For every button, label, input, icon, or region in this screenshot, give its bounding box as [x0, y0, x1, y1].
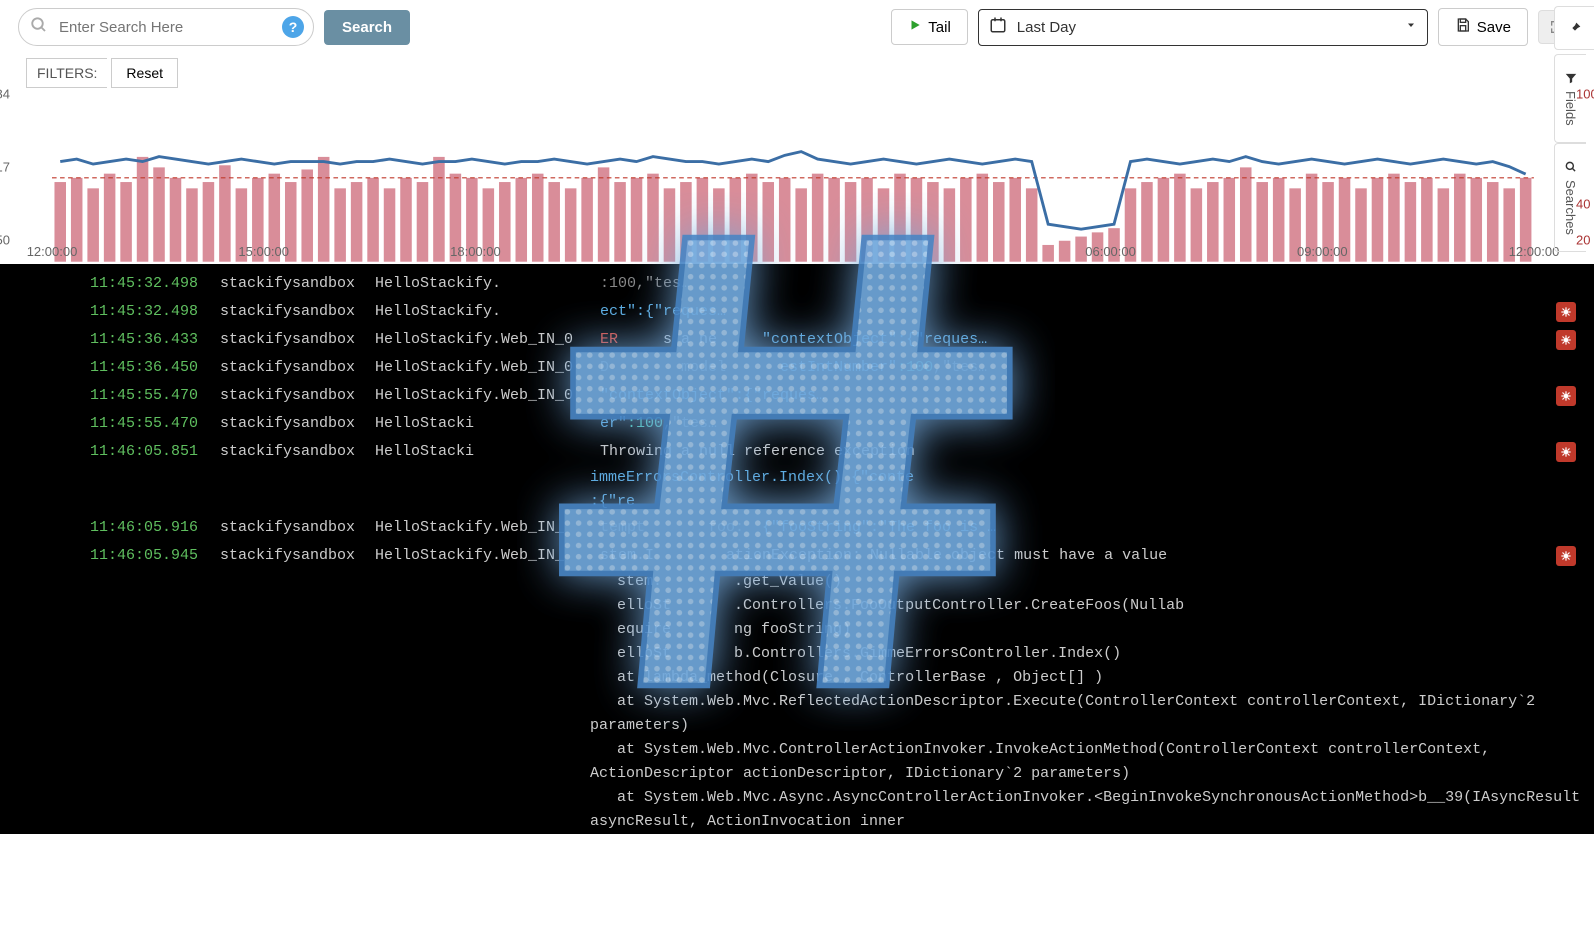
- log-message: ect":{"reques…: [600, 300, 1576, 324]
- log-host: HelloStackify.Web_IN_: [375, 516, 600, 540]
- tail-button[interactable]: Tail: [891, 9, 968, 45]
- save-icon: [1455, 17, 1471, 37]
- searches-label: Searches: [1563, 180, 1578, 235]
- log-host: HelloStacki: [375, 440, 600, 464]
- log-source: stackifysandbox: [220, 544, 375, 568]
- x-axis: 12:00:0015:00:0018:00:0006:00:0009:00:00…: [52, 244, 1534, 264]
- search-input[interactable]: [18, 8, 314, 46]
- filters-label: FILTERS:: [26, 58, 107, 88]
- log-row[interactable]: 11:46:05.916stackifysandboxHelloStackify…: [0, 514, 1594, 542]
- timerange-selector[interactable]: Last Day: [978, 9, 1428, 46]
- searches-tab[interactable]: Searches: [1554, 143, 1586, 252]
- log-source: stackifysandbox: [220, 516, 375, 540]
- fields-label: Fields: [1563, 91, 1578, 126]
- log-stack-line: at System.Web.Mvc.ControllerActionInvoke…: [0, 738, 1594, 786]
- timerange-label: Last Day: [1017, 19, 1395, 36]
- log-host: HelloStackify.: [375, 300, 600, 324]
- log-host: HelloStacki: [375, 412, 600, 436]
- log-timestamp: 11:46:05.945: [90, 544, 220, 568]
- log-source: stackifysandbox: [220, 300, 375, 324]
- save-label: Save: [1477, 19, 1511, 36]
- log-source: stackifysandbox: [220, 384, 375, 408]
- tail-label: Tail: [928, 19, 951, 36]
- log-message: er":100,"tes…: [600, 412, 1576, 436]
- search-wrapper: ?: [18, 8, 314, 46]
- play-icon: [908, 18, 922, 36]
- log-stack-line: elloSt b.Controllers.GimmeErrorsControll…: [0, 642, 1594, 666]
- search-button[interactable]: Search: [324, 10, 410, 45]
- log-host: HelloStackify.Web_IN_0: [375, 328, 600, 352]
- side-panel: Fields Searches: [1554, 6, 1594, 252]
- log-stack-line: stem. .get_Value(): [0, 570, 1594, 594]
- log-source: stackifysandbox: [220, 272, 375, 296]
- log-timestamp: 11:46:05.851: [90, 440, 220, 464]
- bug-icon[interactable]: [1556, 442, 1576, 462]
- log-stack-line: elloSt .Controllers.FooOutputController.…: [0, 594, 1594, 618]
- log-stack-line: immeErrorsController.Index() {"conte :{"…: [0, 466, 1594, 514]
- log-row[interactable]: 11:46:05.851stackifysandboxHelloStackiTh…: [0, 438, 1594, 466]
- log-timestamp: 11:45:32.498: [90, 272, 220, 296]
- log-message: "contextObject":{"reques…: [600, 384, 1576, 408]
- log-stack-line: equire ng fooString): [0, 618, 1594, 642]
- log-stack-line: at System.Web.Mvc.ReflectedActionDescrip…: [0, 690, 1594, 738]
- bug-icon[interactable]: [1556, 546, 1576, 566]
- reset-button[interactable]: Reset: [111, 58, 178, 88]
- pin-button[interactable]: [1554, 6, 1594, 50]
- log-message: D model estIntNumber":100,"tes…: [600, 356, 1576, 380]
- log-message: ER s a ne "contextObject":{"reques…: [600, 328, 1576, 352]
- chevron-down-icon: [1405, 18, 1417, 36]
- log-row[interactable]: 11:45:32.498stackifysandboxHelloStackify…: [0, 270, 1594, 298]
- log-timestamp: 11:45:36.433: [90, 328, 220, 352]
- log-timestamp: 11:45:36.450: [90, 356, 220, 380]
- log-message: Throwing a null reference exception: [600, 440, 1576, 464]
- log-timestamp: 11:45:55.470: [90, 384, 220, 408]
- save-button[interactable]: Save: [1438, 8, 1528, 46]
- log-host: HelloStackify.Web_IN_0: [375, 384, 600, 408]
- log-host: HelloStackify.Web_IN_: [375, 544, 600, 568]
- log-row[interactable]: 11:45:55.470stackifysandboxHelloStackify…: [0, 382, 1594, 410]
- log-host: HelloStackify.Web_IN_0: [375, 356, 600, 380]
- log-source: stackifysandbox: [220, 356, 375, 380]
- log-stack-line: at lambda_method(Closure , ControllerBas…: [0, 666, 1594, 690]
- bug-icon[interactable]: [1556, 330, 1576, 350]
- log-timestamp: 11:46:05.916: [90, 516, 220, 540]
- log-row[interactable]: 11:45:55.470stackifysandboxHelloStackier…: [0, 410, 1594, 438]
- log-host: HelloStackify.: [375, 272, 600, 296]
- log-row[interactable]: 11:45:36.433stackifysandboxHelloStackify…: [0, 326, 1594, 354]
- chart-area[interactable]: 50117184 2040100 12:00:0015:00:0018:00:0…: [10, 94, 1576, 264]
- log-timestamp: 11:45:32.498: [90, 300, 220, 324]
- log-row[interactable]: 11:46:05.945stackifysandboxHelloStackify…: [0, 542, 1594, 570]
- log-row[interactable]: 11:45:32.498stackifysandboxHelloStackify…: [0, 298, 1594, 326]
- log-row[interactable]: 11:45:36.450stackifysandboxHelloStackify…: [0, 354, 1594, 382]
- calendar-icon: [989, 16, 1007, 39]
- log-message: :100,"tes…: [600, 272, 1576, 296]
- bug-icon[interactable]: [1556, 302, 1576, 322]
- log-source: stackifysandbox: [220, 412, 375, 436]
- help-icon[interactable]: ?: [282, 16, 304, 38]
- log-message: tempt foo: {"fooString":"The foo is …: [600, 516, 1576, 540]
- top-toolbar: ? Search Tail Last Day Save: [0, 0, 1594, 54]
- log-stack-line: at System.Web.Mvc.Async.AsyncControllerA…: [0, 786, 1594, 834]
- log-source: stackifysandbox: [220, 440, 375, 464]
- bug-icon[interactable]: [1556, 386, 1576, 406]
- log-viewer[interactable]: 11:45:32.498stackifysandboxHelloStackify…: [0, 264, 1594, 834]
- log-timestamp: 11:45:55.470: [90, 412, 220, 436]
- filter-bar: FILTERS: Reset: [0, 54, 1594, 94]
- log-source: stackifysandbox: [220, 328, 375, 352]
- log-message: stem.I ationException: Nullable object m…: [600, 544, 1576, 568]
- fields-tab[interactable]: Fields: [1554, 54, 1586, 143]
- chart-svg: [52, 94, 1534, 262]
